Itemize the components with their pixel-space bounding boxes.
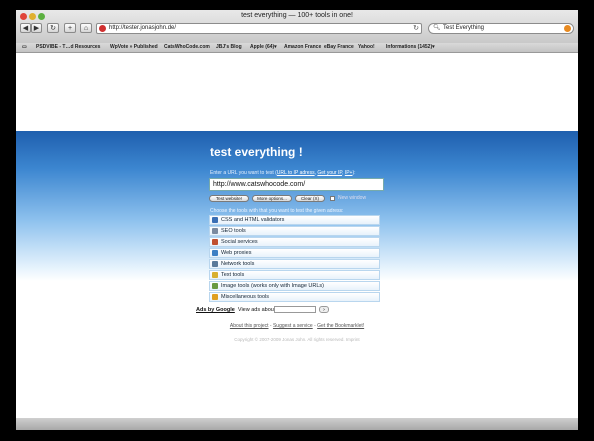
status-bar (16, 418, 578, 430)
tool-label: SEO tools (221, 228, 246, 234)
tool-list: CSS and HTML validators SEO tools Social… (209, 215, 380, 303)
url-prompt-text: Enter a URL you want to test ( (210, 170, 277, 176)
reload-button[interactable]: ↻ (47, 23, 59, 33)
tool-text[interactable]: Text tools (209, 270, 380, 280)
bookmark-item[interactable]: JBJ's Blog (216, 43, 242, 52)
tool-label: CSS and HTML validators (221, 217, 285, 223)
tool-label: Network tools (221, 261, 255, 267)
folder-icon (212, 294, 218, 300)
tool-label: Web proxies (221, 250, 252, 256)
browser-window: test everything — 100+ tools in one! ◀ ▶… (16, 10, 578, 430)
tool-label: Image tools (works only with Image URLs) (221, 283, 325, 289)
about-project-link[interactable]: About this project (230, 323, 269, 329)
copyright-text: Copyright © 2007-2009 Jonas John. All ri… (234, 337, 360, 342)
image-icon (212, 283, 218, 289)
bookmark-item[interactable]: eBay France (324, 43, 354, 52)
page-title: test everything ! (210, 145, 303, 159)
search-field[interactable]: 🔍︎ Test Everything (428, 23, 574, 34)
tool-web-proxies[interactable]: Web proxies (209, 248, 380, 258)
proxy-icon (212, 250, 218, 256)
ip-plus-link[interactable]: IP+ (345, 170, 353, 176)
bookmarklet-link[interactable]: Get the Bookmarklet! (317, 323, 364, 329)
tool-label: Social services (221, 239, 258, 245)
new-window-checkbox[interactable] (330, 196, 335, 201)
ads-by-google-link[interactable]: Ads by Google (196, 307, 235, 313)
tool-seo[interactable]: SEO tools (209, 226, 380, 236)
address-bar[interactable]: http://tester.jonasjohn.de/ ↻ (96, 23, 422, 34)
test-website-button[interactable]: Test website! (209, 195, 249, 202)
footer-links: About this project - Suggest a service -… (229, 323, 365, 329)
address-reload-icon[interactable]: ↻ (413, 24, 419, 33)
window-title: test everything — 100+ tools in one! (241, 12, 353, 19)
choose-tools-label: Choose the tools with that you want to t… (210, 208, 344, 214)
suggest-service-link[interactable]: Suggest a service (273, 323, 313, 329)
network-icon (212, 261, 218, 267)
forward-button[interactable]: ▶ (31, 23, 42, 33)
home-icon: ⌂ (83, 25, 89, 32)
validator-icon (212, 217, 218, 223)
bookmark-item[interactable]: Yahoo! (358, 43, 375, 52)
tool-network[interactable]: Network tools (209, 259, 380, 269)
tool-image[interactable]: Image tools (works only with Image URLs) (209, 281, 380, 291)
plus-icon: + (67, 25, 73, 32)
bookmark-item[interactable]: CatsWhoCode.com (164, 43, 210, 52)
address-text: http://tester.jonasjohn.de/ (109, 25, 177, 31)
url-prompt: Enter a URL you want to test (URL to IP … (210, 170, 356, 176)
url-to-ip-link[interactable]: URL to IP adress (277, 170, 315, 176)
bookmark-item[interactable]: Informations (1452)▾ (386, 43, 435, 52)
tool-miscellaneous[interactable]: Miscellaneous tools (209, 292, 380, 302)
text-icon (212, 272, 218, 278)
bookmarks-book-icon[interactable]: ▭ (22, 43, 27, 52)
ads-search-input[interactable] (274, 306, 316, 313)
web-page: test everything ! Enter a URL you want t… (16, 53, 578, 418)
forward-arrow-icon: ▶ (33, 25, 40, 32)
ads-view-label: View ads about: (237, 307, 277, 313)
clear-button[interactable]: Clear (X) (295, 195, 325, 202)
new-window-label: New window (338, 195, 367, 201)
bookmark-item[interactable]: WpVote » Published (110, 43, 158, 52)
more-options-button[interactable]: More options... (252, 195, 292, 202)
bookmark-item[interactable]: PSDVIBE - T…d Resources (36, 43, 100, 52)
tool-label: Miscellaneous tools (221, 294, 269, 300)
tool-social-services[interactable]: Social services (209, 237, 380, 247)
reload-icon: ↻ (50, 25, 56, 32)
back-arrow-icon: ◀ (22, 25, 29, 32)
social-icon (212, 239, 218, 245)
site-favicon-icon (99, 25, 106, 32)
search-value: Test Everything (443, 25, 485, 31)
tool-label: Text tools (221, 272, 245, 278)
home-button[interactable]: ⌂ (80, 23, 92, 33)
tool-css-html-validators[interactable]: CSS and HTML validators (209, 215, 380, 225)
browser-toolbar: test everything — 100+ tools in one! ◀ ▶… (16, 10, 578, 43)
search-icon: 🔍︎ (433, 25, 441, 31)
magnifier-icon (212, 228, 218, 234)
test-url-input[interactable]: http://www.catswhocode.com/ (209, 178, 384, 191)
bookmarks-bar: ▭ PSDVIBE - T…d Resources WpVote » Publi… (16, 43, 578, 53)
search-clear-icon[interactable] (564, 25, 571, 32)
ads-section: Ads by Google View ads about: (196, 307, 277, 313)
back-button[interactable]: ◀ (20, 23, 31, 33)
get-your-ip-link[interactable]: Get your IP (317, 170, 342, 176)
add-bookmark-button[interactable]: + (64, 23, 76, 33)
bookmark-item[interactable]: Amazon France (284, 43, 321, 52)
ads-search-button[interactable]: › (319, 306, 329, 313)
bookmark-item[interactable]: Apple (64)▾ (250, 43, 277, 52)
